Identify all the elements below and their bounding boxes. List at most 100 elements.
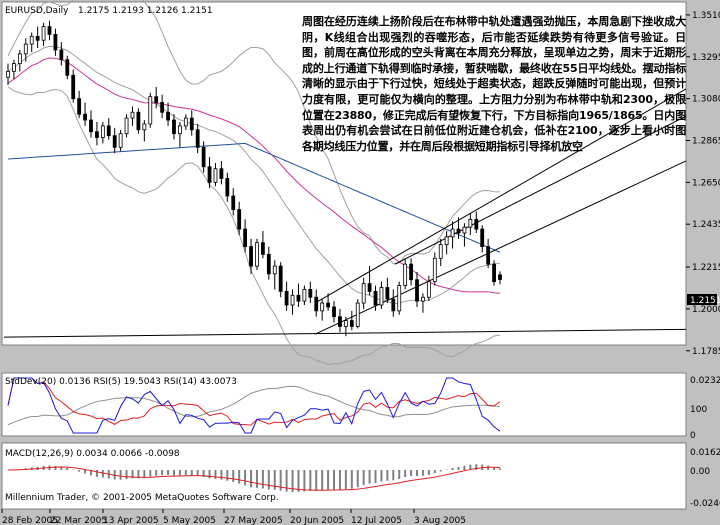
macd-bar: [167, 470, 170, 476]
candle-body: [492, 263, 496, 283]
candle-body: [409, 263, 413, 281]
macd-bar: [475, 464, 478, 470]
price-tick-label: 1.1785: [692, 347, 720, 357]
candle-body: [338, 316, 342, 327]
macd-bar: [66, 467, 69, 470]
candle-body: [349, 320, 354, 327]
indicator-label: StdDev(20) 0.0136 RSI(5) 19.5043 RSI(14)…: [5, 377, 237, 387]
candle-body: [17, 53, 22, 64]
candle-body: [332, 306, 336, 318]
macd-bar: [125, 470, 128, 480]
candle-body: [213, 168, 218, 183]
candle-body: [255, 242, 259, 267]
date-tick-label: 22 Mar 2005: [50, 516, 107, 525]
date-tick-label: 5 May 2005: [163, 516, 216, 525]
candle-body: [237, 209, 242, 230]
candle-body: [498, 274, 502, 280]
macd-bar: [386, 470, 389, 481]
macd-bar: [250, 470, 253, 488]
candle-body: [189, 117, 194, 131]
macd-bar: [374, 470, 377, 483]
candle-body: [118, 133, 123, 148]
candle-body: [207, 166, 212, 183]
candle-body: [106, 125, 111, 137]
macd-bar: [297, 470, 300, 492]
macd-bar: [333, 470, 336, 490]
candle-body: [278, 265, 283, 292]
candle-body: [148, 96, 153, 125]
macd-bar: [451, 467, 454, 470]
price-tick-label: 1.2000: [692, 305, 720, 315]
macd-bar: [410, 470, 413, 477]
macd-bar: [232, 470, 235, 483]
candle-body: [100, 125, 105, 138]
macd-bar: [350, 470, 353, 489]
macd-tick-top: 0.0162: [690, 448, 720, 458]
macd-bar: [95, 470, 98, 477]
candle-body: [23, 43, 28, 55]
candle-body: [142, 123, 147, 131]
candle-body: [136, 111, 141, 131]
macd-bar: [208, 470, 211, 479]
symbol-label: EURUSD,Daily: [5, 6, 69, 16]
candle-body: [89, 119, 93, 133]
candle-body: [47, 26, 52, 35]
price-tick-label: 1.3080: [692, 95, 720, 105]
macd-bar: [338, 470, 341, 490]
macd-bar: [421, 470, 424, 476]
macd-bar: [315, 470, 318, 491]
candle-body: [12, 63, 16, 72]
candle-body: [6, 70, 10, 78]
candle-body: [308, 289, 313, 298]
candle-body: [71, 74, 76, 100]
macd-bar: [149, 470, 152, 477]
macd-bar: [161, 470, 164, 476]
macd-bar: [119, 470, 122, 480]
candle-body: [112, 135, 117, 148]
copyright-label: Millennium Trader, © 2001-2005 MetaQuote…: [5, 493, 279, 503]
candle-body: [266, 253, 271, 275]
candle-body: [65, 59, 70, 76]
ohlc-label: 1.2175 1.2193 1.2126 1.2151: [78, 6, 213, 16]
macd-bar: [433, 470, 436, 474]
date-tick-label: 12 Jul 2005: [351, 516, 402, 525]
candle-body: [450, 228, 455, 238]
macd-tick-mid: 0.00: [690, 467, 710, 477]
macd-bar: [255, 470, 258, 488]
macd-bar: [303, 470, 306, 492]
candle-body: [403, 263, 408, 286]
macd-bar: [463, 465, 466, 470]
price-tick-label: 1.3510: [692, 11, 720, 21]
candle-body: [219, 168, 224, 179]
candle-body: [59, 49, 64, 61]
candle-body: [83, 113, 87, 121]
candle-body: [415, 279, 419, 302]
price-tick-label: 1.2865: [692, 136, 720, 146]
macd-bar: [172, 470, 175, 476]
macd-bar: [261, 470, 264, 489]
macd-tick-bottom: -0.0246: [690, 499, 720, 509]
date-tick-label: 13 Apr 2005: [103, 516, 159, 525]
candle-body: [462, 226, 467, 234]
candle-body: [201, 146, 206, 168]
candle-body: [426, 281, 431, 298]
candle-body: [385, 287, 390, 300]
candle-body: [53, 33, 58, 51]
candle-body: [160, 102, 165, 113]
macd-bar: [54, 465, 57, 470]
candle-body: [391, 298, 396, 312]
macd-bar: [143, 470, 146, 478]
candle-body: [397, 285, 402, 312]
candle-body: [41, 26, 46, 41]
candle-body: [343, 320, 348, 327]
candle-body: [480, 228, 485, 248]
macd-bar: [101, 470, 104, 478]
macd-bar: [238, 470, 241, 484]
macd-bar: [78, 470, 81, 472]
indicator-tick-bottom: 0: [690, 431, 696, 441]
candle-body: [468, 218, 473, 228]
candle-body: [284, 290, 289, 306]
indicator-tick-top: 0.0232: [690, 376, 720, 386]
macd-bar: [344, 470, 347, 490]
candle-body: [290, 294, 295, 306]
